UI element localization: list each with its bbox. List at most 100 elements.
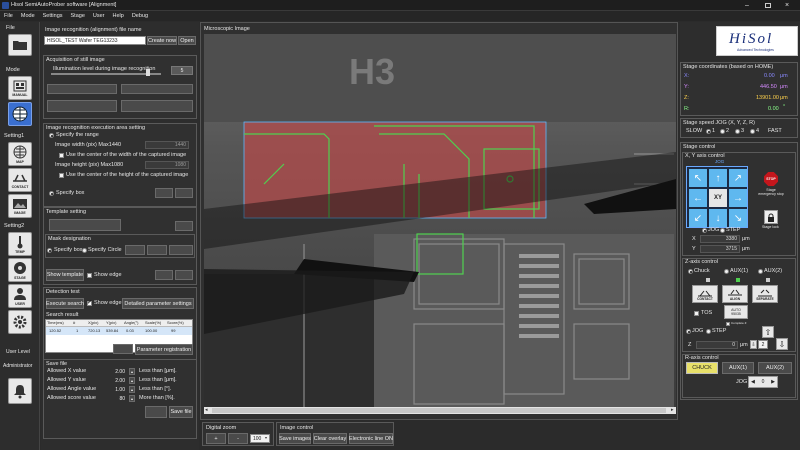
arrow-up-left-button[interactable]: ↖	[689, 169, 707, 187]
maximize-icon[interactable]	[765, 3, 771, 8]
open-file-button[interactable]	[8, 34, 32, 56]
detailed-params-button[interactable]: Detailed parameter settings	[122, 298, 194, 309]
manual-mode-button[interactable]: MANUAL	[8, 76, 32, 100]
template-button-4[interactable]	[175, 270, 193, 280]
show-edge-checkbox[interactable]	[87, 273, 92, 278]
template-button-1[interactable]	[49, 219, 121, 231]
result-button[interactable]	[113, 344, 133, 354]
xy-center-button[interactable]: XY	[709, 189, 727, 207]
show-template-button[interactable]: Show template	[46, 269, 84, 281]
scroll-left-icon[interactable]: ◂	[205, 408, 208, 413]
allowed-y-field[interactable]: 2.00	[109, 377, 127, 384]
template-button-2[interactable]	[175, 221, 193, 231]
speed-radio-4[interactable]	[750, 129, 755, 134]
allowed-score-field[interactable]: 80	[109, 395, 127, 402]
image-width-field[interactable]: 1440	[145, 141, 189, 149]
save-file-button[interactable]: Save file	[169, 406, 193, 418]
temp-button[interactable]: TEMP	[8, 232, 32, 256]
scroll-right-icon[interactable]: ▸	[671, 408, 674, 413]
mask-circle-radio[interactable]	[82, 248, 87, 253]
execute-search-button[interactable]: Execute search	[46, 298, 84, 309]
arrow-up-button[interactable]: ↑	[709, 169, 727, 187]
align-z-button[interactable]: ALIGN	[722, 285, 748, 303]
contact-z-button[interactable]: CONTACT	[692, 285, 718, 303]
mask-button-2[interactable]	[147, 245, 167, 255]
zoom-in-button[interactable]: +	[206, 433, 226, 444]
illumination-value[interactable]: 5	[171, 66, 193, 75]
z-up-button[interactable]: ⇧	[762, 326, 774, 338]
speed-radio-3[interactable]	[735, 129, 740, 134]
arrow-right-button[interactable]: →	[729, 189, 747, 207]
map-button[interactable]: MAP	[8, 142, 32, 166]
menu-help[interactable]: Help	[113, 13, 124, 19]
rotate-cw-icon[interactable]: ▶	[771, 379, 775, 385]
alarm-button[interactable]	[8, 378, 32, 404]
microscope-image[interactable]: H3	[204, 34, 676, 414]
arrow-down-left-button[interactable]: ↙	[689, 209, 707, 227]
create-now-button[interactable]: Create now	[147, 36, 177, 45]
specify-range-radio[interactable]	[49, 133, 54, 138]
r-aux1-button[interactable]: AUX(1)	[722, 362, 754, 374]
allowed-angle-field[interactable]: 1.00	[109, 386, 127, 393]
z-chuck-radio[interactable]	[688, 269, 693, 274]
speed-radio-2[interactable]	[720, 129, 725, 134]
specify-box-radio[interactable]	[49, 191, 54, 196]
mask-button-3[interactable]	[169, 245, 193, 255]
clear-overlay-button[interactable]: Clear overlay	[313, 433, 347, 444]
r-control[interactable]: ◀ 0 ▶	[748, 376, 778, 388]
z-field2[interactable]: 2	[758, 340, 768, 349]
tos-checkbox[interactable]	[694, 311, 699, 316]
mask-button-1[interactable]	[125, 245, 145, 255]
illumination-slider-thumb[interactable]	[146, 69, 150, 76]
menu-debug[interactable]: Debug	[132, 13, 148, 19]
rotate-ccw-icon[interactable]: ◀	[751, 379, 755, 385]
menu-settings[interactable]: Settings	[43, 13, 63, 19]
save-file-extra-button[interactable]	[145, 406, 167, 418]
file-name-field[interactable]: HISOL_TEST Wafer TEG13233	[44, 36, 146, 45]
allowed-x-field[interactable]: 2.00	[109, 368, 127, 375]
xy-x-field[interactable]: 3380	[700, 235, 740, 243]
open-button[interactable]: Open	[178, 36, 196, 45]
z-field[interactable]: 0	[696, 341, 738, 349]
allowed-score-stepper[interactable]: ▴	[129, 395, 135, 402]
mask-box-radio[interactable]	[47, 248, 52, 253]
arrow-left-button[interactable]: ←	[689, 189, 707, 207]
menu-user[interactable]: User	[93, 13, 105, 19]
allowed-angle-stepper[interactable]: ▴	[129, 386, 135, 393]
acquire-button-1[interactable]	[47, 84, 117, 94]
z-aux1-radio[interactable]	[724, 269, 729, 274]
user-button[interactable]: USER	[8, 284, 32, 308]
menu-mode[interactable]: Mode	[21, 13, 35, 19]
center-width-checkbox[interactable]	[59, 153, 64, 158]
speed-radio-1[interactable]	[706, 129, 711, 134]
electronic-line-button[interactable]: Electronic line ON	[349, 433, 393, 444]
center-height-checkbox[interactable]	[59, 173, 64, 178]
r-chuck-button[interactable]: CHUCK	[686, 362, 718, 374]
save-images-button[interactable]: Save images	[279, 433, 311, 444]
image-height-field[interactable]: 1080	[145, 161, 189, 169]
stage-lock-button[interactable]	[764, 210, 778, 224]
close-icon[interactable]: ×	[785, 2, 789, 9]
xy-jog-radio[interactable]	[702, 228, 707, 233]
zoom-dropdown-icon[interactable]: ▾	[265, 436, 267, 440]
arrow-up-right-button[interactable]: ↗	[729, 169, 747, 187]
z-jog-radio[interactable]	[686, 329, 691, 334]
settings-button[interactable]	[8, 310, 32, 334]
template-button-3[interactable]	[155, 270, 173, 280]
separate-z-button[interactable]: SEPARATE	[752, 285, 778, 303]
allowed-y-stepper[interactable]: ▴	[129, 377, 135, 384]
r-aux2-button[interactable]: AUX(2)	[758, 362, 792, 374]
menu-file[interactable]: File	[4, 13, 13, 19]
xy-y-field[interactable]: 3715	[700, 245, 740, 253]
z-sub-button[interactable]: ⇩	[750, 340, 757, 349]
illumination-slider-track[interactable]	[51, 73, 161, 75]
z-down-button[interactable]: ⇩	[776, 338, 788, 350]
xy-step-radio[interactable]	[720, 228, 725, 233]
globe-mode-button[interactable]	[8, 102, 32, 126]
arrow-down-right-button[interactable]: ↘	[729, 209, 747, 227]
acquire-button-4[interactable]	[121, 100, 193, 112]
auto-z-box[interactable]: AUTO 95035	[724, 305, 748, 319]
acquire-button-2[interactable]	[121, 84, 193, 94]
zoom-out-button[interactable]: -	[228, 433, 248, 444]
stage-button[interactable]: STAGE	[8, 258, 32, 282]
